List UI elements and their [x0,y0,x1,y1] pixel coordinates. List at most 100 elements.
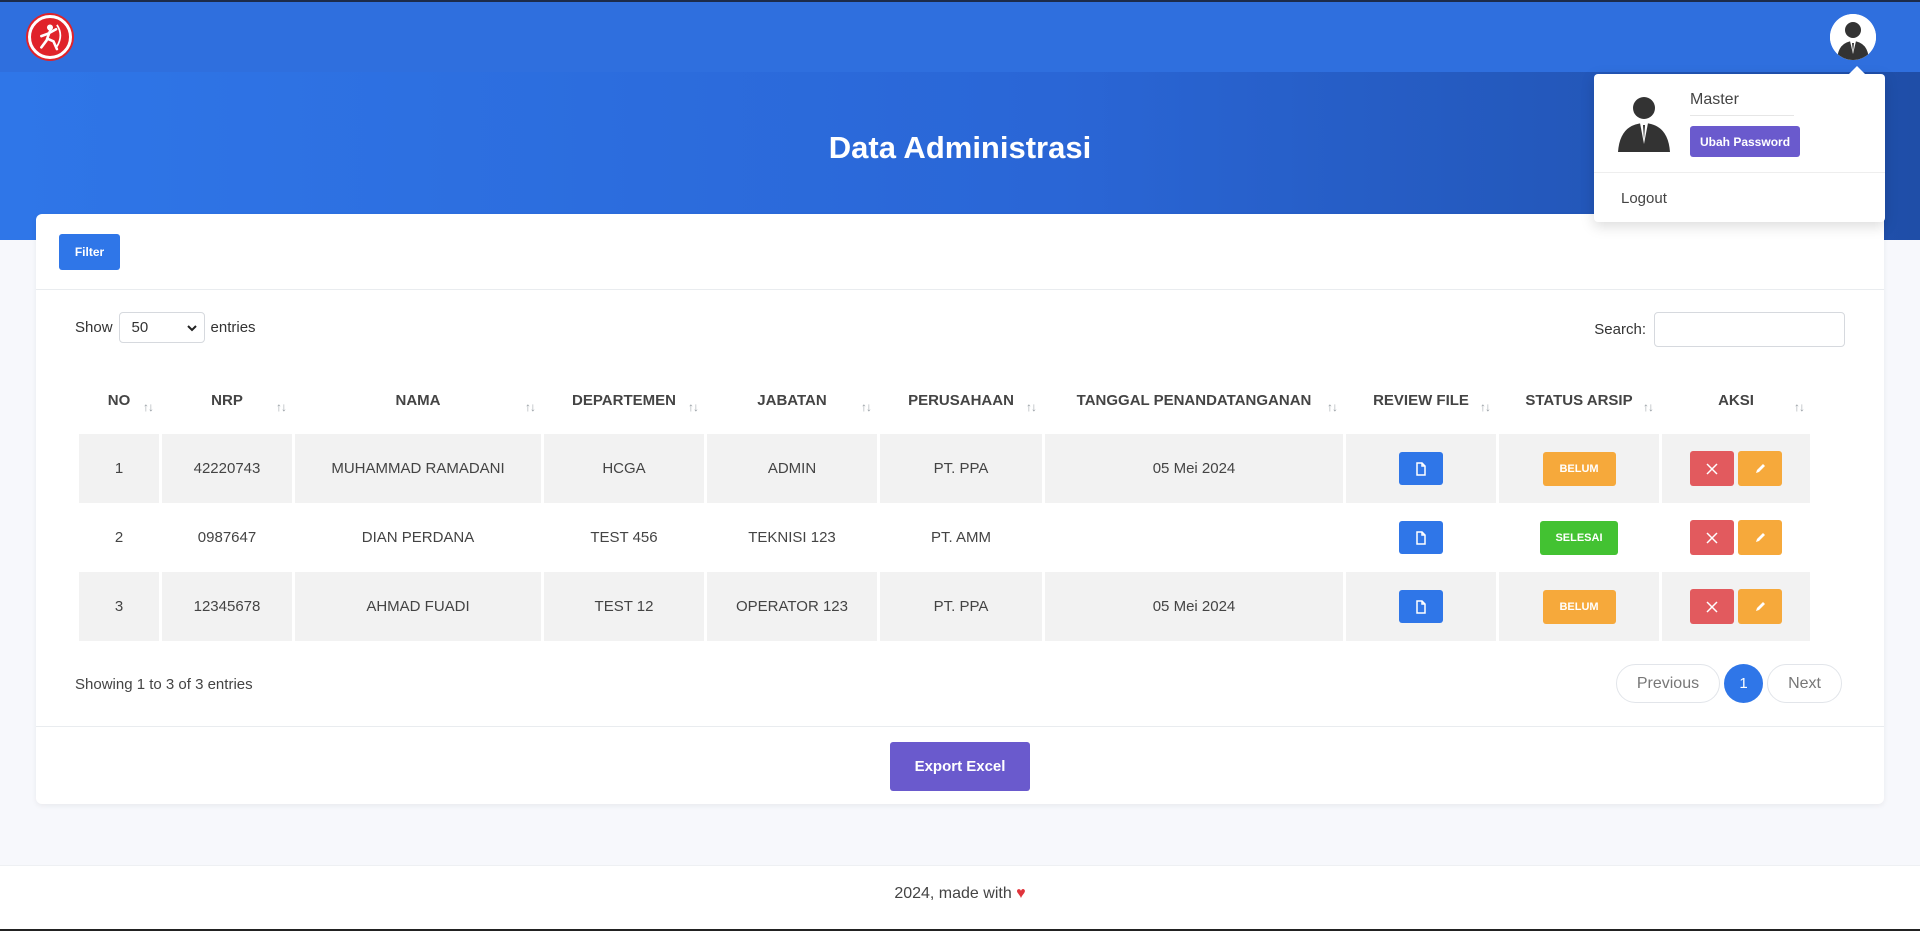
cell-nama: DIAN PERDANA [295,503,541,572]
search-control: Search: [1594,312,1845,347]
cell-nama: AHMAD FUADI [295,572,541,641]
column-header-review-file[interactable]: REVIEW FILE ↑↓ [1346,376,1496,434]
user-name: Master [1690,91,1794,116]
sort-icon: ↑↓ [276,400,287,414]
cell-status: SELESAI [1499,503,1659,572]
cell-aksi [1662,503,1810,572]
edit-button[interactable] [1738,520,1782,555]
sort-icon: ↑↓ [525,400,536,414]
data-table: NO ↑↓ NRP ↑↓ NAMA ↑↓ DEPARTEMEN ↑↓ JABATAN ↑↓… [76,376,1813,641]
review-file-button[interactable] [1399,452,1443,485]
user-avatar-icon[interactable] [1830,14,1876,60]
cell-perusahaan: PT. AMM [880,503,1042,572]
footer-text: 2024, made with [894,885,1012,902]
cell-departemen: TEST 12 [544,572,704,641]
close-icon [1706,462,1718,475]
export-excel-button[interactable]: Export Excel [890,742,1030,791]
cell-nrp: 12345678 [162,572,292,641]
entries-label: entries [210,319,256,336]
cell-departemen: TEST 456 [544,503,704,572]
search-input[interactable] [1654,312,1845,347]
table-header-row: NO ↑↓ NRP ↑↓ NAMA ↑↓ DEPARTEMEN ↑↓ JABATAN ↑↓… [79,376,1810,434]
review-file-button[interactable] [1399,590,1443,623]
change-password-button[interactable]: Ubah Password [1690,126,1801,157]
edit-button[interactable] [1738,451,1782,486]
cell-no: 2 [79,503,159,572]
entries-select[interactable]: 50 [118,312,205,343]
column-header-no[interactable]: NO ↑↓ [79,376,159,434]
logout-link[interactable]: Logout [1621,190,1667,207]
cell-aksi [1662,572,1810,641]
sort-icon: ↑↓ [1794,400,1805,414]
column-header-departemen[interactable]: DEPARTEMEN ↑↓ [544,376,704,434]
review-file-button[interactable] [1399,521,1443,554]
pagination: Previous 1 Next [1615,664,1842,703]
table-row: 2 0987647 DIAN PERDANA TEST 456 TEKNISI … [79,503,1810,572]
cell-nama: MUHAMMAD RAMADANI [295,434,541,503]
cell-nrp: 0987647 [162,503,292,572]
cell-jabatan: ADMIN [707,434,877,503]
cell-review-file [1346,572,1496,641]
status-badge: BELUM [1542,589,1616,624]
user-avatar-icon [1612,88,1676,152]
edit-button[interactable] [1738,589,1782,624]
pencil-icon [1756,463,1765,473]
cell-perusahaan: PT. PPA [880,434,1042,503]
cell-jabatan: OPERATOR 123 [707,572,877,641]
cell-tanggal: 05 Mei 2024 [1045,572,1343,641]
column-header-nrp[interactable]: NRP ↑↓ [162,376,292,434]
show-label: Show [75,319,113,336]
divider [36,726,1884,727]
heart-icon: ♥ [1016,885,1026,902]
cell-nrp: 42220743 [162,434,292,503]
file-icon [1416,599,1426,614]
cell-perusahaan: PT. PPA [880,572,1042,641]
file-icon [1416,461,1426,476]
sort-icon: ↑↓ [1480,400,1491,414]
table-info: Showing 1 to 3 of 3 entries [75,676,253,693]
filter-button[interactable]: Filter [59,234,120,270]
column-header-nama[interactable]: NAMA ↑↓ [295,376,541,434]
sort-icon: ↑↓ [861,400,872,414]
file-icon [1416,530,1426,545]
column-header-perusahaan[interactable]: PERUSAHAAN ↑↓ [880,376,1042,434]
search-label: Search: [1594,321,1646,338]
cell-tanggal: 05 Mei 2024 [1045,434,1343,503]
column-header-status-arsip[interactable]: STATUS ARSIP ↑↓ [1499,376,1659,434]
cell-departemen: HCGA [544,434,704,503]
delete-button[interactable] [1690,451,1734,486]
page-1-button[interactable]: 1 [1724,664,1764,703]
delete-button[interactable] [1690,589,1734,624]
sort-icon: ↑↓ [1643,400,1654,414]
pencil-icon [1756,601,1765,611]
cell-no: 1 [79,434,159,503]
archer-logo-icon[interactable] [28,15,72,59]
close-icon [1706,531,1718,544]
cell-tanggal [1045,503,1343,572]
column-header-jabatan[interactable]: JABATAN ↑↓ [707,376,877,434]
sort-icon: ↑↓ [1327,400,1338,414]
previous-page-button[interactable]: Previous [1615,664,1721,703]
close-icon [1706,600,1718,613]
cell-aksi [1662,434,1810,503]
sort-icon: ↑↓ [1026,400,1037,414]
delete-button[interactable] [1690,520,1734,555]
table-row: 3 12345678 AHMAD FUADI TEST 12 OPERATOR … [79,572,1810,641]
column-header-tanggal[interactable]: TANGGAL PENANDATANGANAN ↑↓ [1045,376,1343,434]
user-dropdown-menu: Master Ubah Password Logout [1594,66,1885,222]
sort-icon: ↑↓ [688,400,699,414]
cell-status: BELUM [1499,572,1659,641]
divider [1594,172,1885,173]
pencil-icon [1756,532,1765,542]
cell-review-file [1346,503,1496,572]
footer: 2024, made with ♥ [0,865,1920,931]
table-row: 1 42220743 MUHAMMAD RAMADANI HCGA ADMIN … [79,434,1810,503]
cell-jabatan: TEKNISI 123 [707,503,877,572]
top-navbar [0,0,1920,72]
entries-select-value: 50 [131,319,149,336]
column-header-aksi[interactable]: AKSI ↑↓ [1662,376,1810,434]
sort-icon: ↑↓ [143,400,154,414]
next-page-button[interactable]: Next [1767,664,1842,703]
entries-length-control: Show 50 entries [75,312,256,343]
cell-review-file [1346,434,1496,503]
